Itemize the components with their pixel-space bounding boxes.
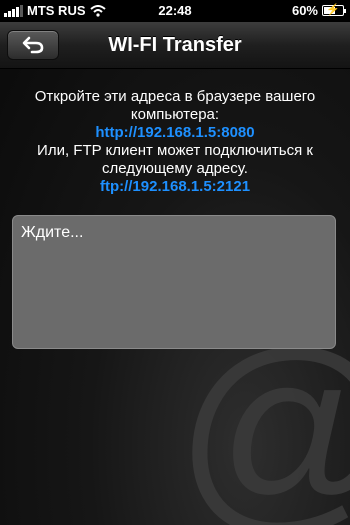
ftp-address-link[interactable]: ftp://192.168.1.5:2121: [10, 178, 340, 196]
http-address-link[interactable]: http://192.168.1.5:8080: [10, 124, 340, 142]
instructions-text: Откройте эти адреса в браузере вашего ко…: [34, 88, 316, 123]
status-right: 60% ⚡: [291, 3, 346, 18]
at-sign-watermark: @: [175, 320, 350, 525]
page-title: WI-FI Transfer: [108, 34, 242, 56]
back-button[interactable]: [7, 30, 59, 60]
charging-bolt-icon: ⚡: [326, 4, 340, 16]
navigation-bar: WI-FI Transfer: [0, 22, 350, 69]
ftp-instructions-text: Или, FTP клиент может подключиться к сле…: [37, 142, 313, 177]
status-bar: MTS RUS 22:48 60% ⚡: [0, 0, 350, 22]
screen: MTS RUS 22:48 60% ⚡ WI-FI Transfer @: [0, 0, 350, 525]
battery-percent: 60%: [291, 3, 318, 18]
connection-info: Откройте эти адреса в браузере вашего ко…: [10, 88, 340, 196]
battery-icon: ⚡: [322, 4, 346, 16]
status-log-text: Ждите...: [21, 224, 84, 241]
status-log-box[interactable]: Ждите...: [12, 215, 336, 349]
back-arrow-icon: [22, 36, 44, 54]
